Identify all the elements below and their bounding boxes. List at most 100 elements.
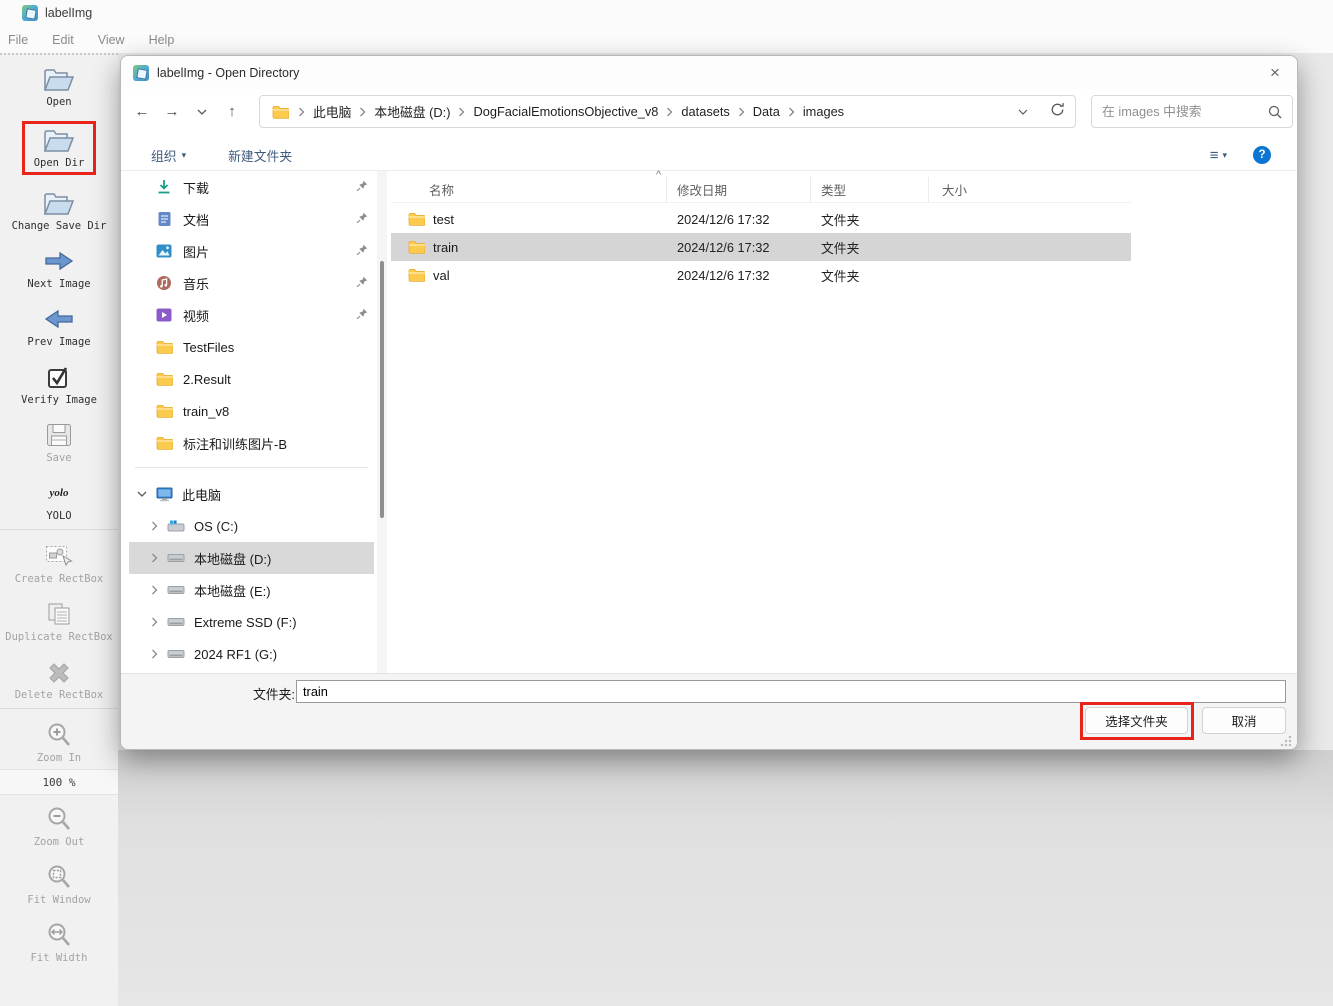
nav-item-annotation-images[interactable]: 标注和训练图片-B (129, 427, 374, 459)
toolbar-separator (0, 708, 118, 709)
videos-icon (155, 306, 173, 324)
documents-icon (155, 210, 173, 228)
file-list: ^ 名称 修改日期 类型 大小 test 2024/12/6 17:32 文件夹 (391, 169, 1291, 673)
drive-icon (167, 581, 185, 599)
computer-icon (155, 485, 173, 503)
next-image-button[interactable]: Next Image (0, 237, 118, 295)
zoom-level-value: 100 % (0, 769, 118, 795)
menu-file[interactable]: File (8, 33, 28, 47)
search-input[interactable] (1102, 104, 1268, 119)
chevron-right-icon[interactable] (147, 521, 161, 531)
nav-item-documents[interactable]: 文档 (129, 203, 374, 235)
open-dir-button[interactable]: Open Dir (0, 113, 118, 179)
verify-check-icon (46, 362, 72, 392)
dialog-footer: 文件夹: 选择文件夹 取消 (121, 673, 1297, 749)
chevron-right-icon[interactable] (147, 585, 161, 595)
zoom-out-button[interactable]: Zoom Out (0, 795, 118, 853)
new-folder-button[interactable]: 新建文件夹 (228, 146, 292, 165)
dialog-app-icon (133, 64, 149, 81)
breadcrumb-segment[interactable]: 此电脑 (310, 102, 354, 121)
nav-item-downloads[interactable]: 下载 (129, 171, 374, 203)
places-pane-scrollbar[interactable] (377, 171, 387, 673)
app-menubar: File Edit View Help (0, 26, 1333, 53)
nav-item-2result[interactable]: 2.Result (129, 363, 374, 395)
tree-item-os-c[interactable]: OS (C:) (129, 510, 374, 542)
tree-item-2024-rf1-g[interactable]: 2024 RF1 (G:) (129, 638, 374, 670)
downloads-icon (155, 178, 173, 196)
menu-view[interactable]: View (98, 33, 125, 47)
fit-window-button[interactable]: Fit Window (0, 853, 118, 911)
recent-locations-chevron-icon[interactable] (187, 103, 217, 120)
refresh-icon[interactable] (1050, 102, 1065, 122)
resize-grip[interactable] (1280, 735, 1292, 747)
organize-button[interactable]: 组织 ▾ (151, 146, 186, 165)
search-box[interactable] (1091, 95, 1293, 128)
breadcrumb-segment[interactable]: Data (750, 104, 783, 119)
tree-item-extreme-ssd-f[interactable]: Extreme SSD (F:) (129, 606, 374, 638)
pin-icon (356, 180, 368, 195)
fit-width-icon (46, 920, 72, 950)
help-icon[interactable]: ? (1253, 146, 1271, 164)
menu-edit[interactable]: Edit (52, 33, 74, 47)
save-button[interactable]: Save (0, 411, 118, 469)
up-icon[interactable]: ↑ (217, 103, 247, 120)
breadcrumb-folder-icon (272, 105, 289, 119)
chevron-down-icon[interactable] (135, 491, 149, 498)
menu-help[interactable]: Help (149, 33, 175, 47)
chevron-right-icon[interactable] (147, 553, 161, 563)
column-header-name[interactable]: 名称 (391, 177, 667, 202)
file-row-test[interactable]: test 2024/12/6 17:32 文件夹 (391, 205, 1131, 233)
nav-item-testfiles[interactable]: TestFiles (129, 331, 374, 363)
scrollbar-thumb[interactable] (380, 261, 384, 518)
tree-item-local-disk-d[interactable]: 本地磁盘 (D:) (129, 542, 374, 574)
change-save-dir-folder-icon (42, 188, 76, 218)
zoom-in-button[interactable]: Zoom In (0, 711, 118, 769)
duplicate-rectbox-button[interactable]: Duplicate RectBox (0, 590, 118, 648)
drive-icon (167, 613, 185, 631)
select-folder-button[interactable]: 选择文件夹 (1085, 707, 1188, 734)
tree-item-local-disk-e[interactable]: 本地磁盘 (E:) (129, 574, 374, 606)
breadcrumb-segment[interactable]: datasets (678, 104, 732, 119)
chevron-right-icon[interactable] (147, 649, 161, 659)
cancel-button[interactable]: 取消 (1202, 707, 1286, 734)
os-drive-icon (167, 517, 185, 535)
file-row-val[interactable]: val 2024/12/6 17:32 文件夹 (391, 261, 1131, 289)
folder-name-input[interactable] (296, 680, 1286, 703)
column-header-type[interactable]: 类型 (811, 177, 929, 202)
back-icon[interactable]: ← (127, 103, 157, 120)
breadcrumb[interactable]: 此电脑 本地磁盘 (D:) DogFacialEmotionsObjective… (259, 95, 1076, 128)
column-header-date-modified[interactable]: 修改日期 (667, 177, 811, 202)
delete-rectbox-button[interactable]: Delete RectBox (0, 648, 118, 706)
verify-image-button[interactable]: Verify Image (0, 353, 118, 411)
dialog-title: labelImg - Open Directory (157, 65, 300, 80)
nav-item-train-v8[interactable]: train_v8 (129, 395, 374, 427)
nav-item-videos[interactable]: 视频 (129, 299, 374, 331)
folder-icon (155, 402, 173, 420)
fit-width-button[interactable]: Fit Width (0, 911, 118, 969)
tree-item-this-pc[interactable]: 此电脑 (129, 478, 374, 510)
app-title: labelImg (45, 6, 93, 20)
pin-icon (356, 244, 368, 259)
change-save-dir-button[interactable]: Change Save Dir (0, 179, 118, 237)
breadcrumb-segment[interactable]: images (800, 104, 847, 119)
breadcrumb-segment[interactable]: 本地磁盘 (D:) (371, 102, 453, 121)
yolo-format-button[interactable]: yolo YOLO (0, 469, 118, 527)
prev-image-button[interactable]: Prev Image (0, 295, 118, 353)
column-header-size[interactable]: 大小 (929, 177, 1009, 202)
create-rectbox-button[interactable]: Create RectBox (0, 532, 118, 590)
nav-item-pictures[interactable]: 图片 (129, 235, 374, 267)
pin-icon (356, 308, 368, 323)
chevron-right-icon[interactable] (147, 617, 161, 627)
labelimg-toolbar: Open Open Dir Change Save Dir Next Image… (0, 53, 118, 1006)
dialog-titlebar[interactable]: labelImg - Open Directory × (121, 56, 1297, 89)
breadcrumb-segment[interactable]: DogFacialEmotionsObjective_v8 (470, 104, 661, 119)
nav-item-music[interactable]: 音乐 (129, 267, 374, 299)
address-dropdown-chevron-icon[interactable] (1018, 103, 1028, 121)
folder-icon (155, 338, 173, 356)
open-folder-icon (42, 64, 76, 94)
view-mode-button[interactable]: ≡ ▾ (1210, 147, 1227, 164)
open-button[interactable]: Open (0, 55, 118, 113)
close-icon[interactable]: × (1253, 56, 1297, 89)
forward-icon[interactable]: → (157, 103, 187, 120)
file-row-train[interactable]: train 2024/12/6 17:32 文件夹 (391, 233, 1131, 261)
